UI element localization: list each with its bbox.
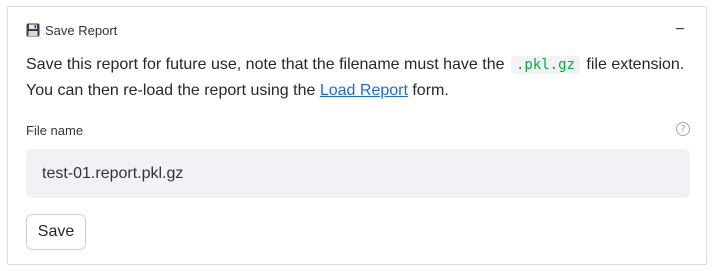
load-report-link[interactable]: Load Report	[320, 82, 408, 99]
panel-title-group: Save Report	[26, 23, 117, 38]
save-report-panel: Save Report − Save this report for futur…	[7, 6, 707, 265]
collapse-button[interactable]: −	[672, 22, 688, 38]
panel-header[interactable]: Save Report −	[26, 21, 688, 39]
description-part3: form.	[412, 82, 449, 99]
file-name-label: File name	[26, 123, 84, 138]
floppy-disk-icon	[26, 23, 40, 37]
file-extension-code: .pkl.gz	[510, 56, 580, 74]
description-part1: Save this report for future use, note th…	[26, 56, 505, 73]
file-name-input[interactable]	[26, 149, 690, 198]
panel-title: Save Report	[45, 22, 118, 38]
help-icon[interactable]: ?	[676, 122, 690, 136]
description-text: Save this report for future use, note th…	[26, 52, 696, 104]
save-button[interactable]: Save	[26, 214, 86, 250]
